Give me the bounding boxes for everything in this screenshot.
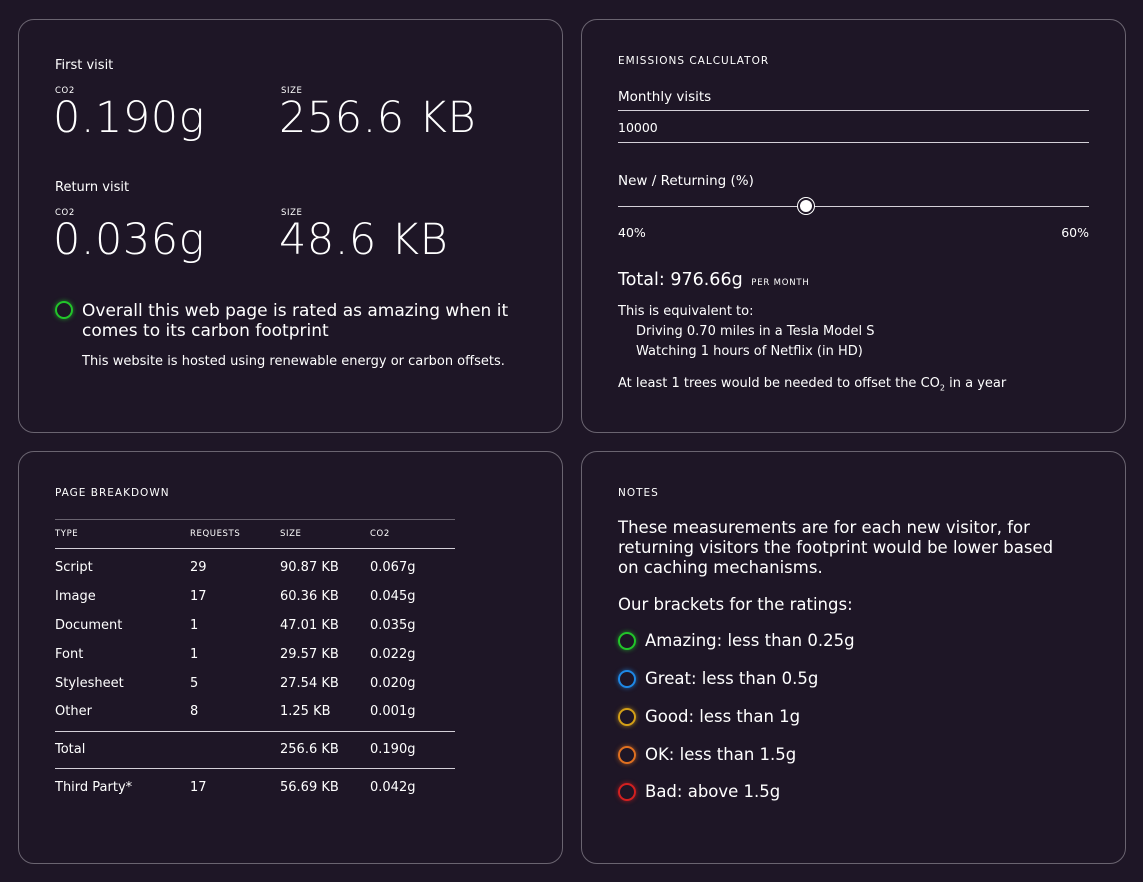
notes-line-2: returning visitors the footprint would b…	[618, 538, 1054, 557]
cell-co2: 0.067g	[370, 560, 416, 575]
cell-co2: 0.190g	[370, 742, 416, 757]
hosting-note: This website is hosted using renewable e…	[82, 354, 505, 369]
cell-size: 56.69 KB	[280, 780, 339, 795]
equivalent-driving: Driving 0.70 miles in a Tesla Model S	[636, 324, 875, 339]
cell-size: 60.36 KB	[280, 589, 339, 604]
return-visit-heading: Return visit	[55, 180, 130, 195]
cell-type: Image	[55, 589, 96, 604]
calculator-heading: EMISSIONS CALCULATOR	[618, 55, 770, 67]
column-header-requests: REQUESTS	[190, 529, 241, 539]
first-visit-size-value: 256.6 KB	[279, 93, 477, 143]
equivalent-netflix: Watching 1 hours of Netflix (in HD)	[636, 344, 863, 359]
new-returning-label: New / Returning (%)	[618, 173, 754, 189]
cell-size: 29.57 KB	[280, 647, 339, 662]
cell-type: Other	[55, 704, 92, 719]
cell-type: Total	[55, 742, 86, 757]
visit-summary-card: First visit CO2 0.190g SIZE 256.6 KB Ret…	[18, 19, 563, 433]
cell-size: 47.01 KB	[280, 618, 339, 633]
great-rating-icon	[618, 670, 636, 688]
good-rating-icon	[618, 708, 636, 726]
cell-co2: 0.022g	[370, 647, 416, 662]
notes-line-3: on caching mechanisms.	[618, 558, 823, 577]
column-header-size: SIZE	[280, 529, 302, 539]
monthly-visits-label-rule	[618, 110, 1089, 111]
cell-type: Third Party*	[55, 780, 133, 795]
total-emissions: Total: 976.66g PER MONTH	[618, 270, 810, 290]
new-returning-slider-thumb[interactable]	[798, 198, 815, 214]
total-prefix: Total:	[618, 270, 671, 290]
monthly-visits-input[interactable]: 10000	[618, 120, 1089, 142]
breakdown-third-party-rule	[55, 768, 455, 769]
cell-co2: 0.001g	[370, 704, 416, 719]
breakdown-top-rule	[55, 519, 455, 520]
emissions-calculator-card: EMISSIONS CALCULATOR Monthly visits 1000…	[581, 19, 1126, 433]
cell-type: Script	[55, 560, 93, 575]
bracket-label: Great: less than 0.5g	[645, 669, 819, 688]
cell-type: Document	[55, 618, 123, 633]
brackets-heading: Our brackets for the ratings:	[618, 595, 853, 614]
total-unit: PER MONTH	[751, 278, 810, 288]
bracket-label: Amazing: less than 0.25g	[645, 631, 855, 650]
bad-rating-icon	[618, 783, 636, 801]
total-value: 976.66g	[670, 270, 743, 290]
rating-statement: Overall this web page is rated as amazin…	[82, 301, 508, 341]
column-header-type: TYPE	[55, 529, 79, 539]
cell-size: 90.87 KB	[280, 560, 339, 575]
cell-type: Stylesheet	[55, 676, 124, 691]
cell-type: Font	[55, 647, 84, 662]
return-visit-co2-value: 0.036g	[53, 215, 205, 265]
new-percent-label: 40%	[618, 225, 646, 240]
cell-requests: 1	[190, 618, 199, 633]
trees-prefix: At least 1 trees would be needed to offs…	[618, 376, 940, 391]
notes-paragraph: These measurements are for each new visi…	[618, 518, 1053, 578]
cell-requests: 17	[190, 589, 207, 604]
notes-card: NOTES These measurements are for each ne…	[581, 451, 1126, 864]
return-visit-size-value: 48.6 KB	[279, 215, 449, 265]
notes-heading: NOTES	[618, 487, 659, 499]
cell-size: 27.54 KB	[280, 676, 339, 691]
equivalent-heading: This is equivalent to:	[618, 304, 754, 319]
monthly-visits-input-rule	[618, 142, 1089, 143]
breakdown-heading: PAGE BREAKDOWN	[55, 487, 170, 499]
page-breakdown-card: PAGE BREAKDOWN TYPE REQUESTS SIZE CO2 Sc…	[18, 451, 563, 864]
first-visit-co2-value: 0.190g	[53, 93, 205, 143]
cell-requests: 8	[190, 704, 199, 719]
cell-co2: 0.035g	[370, 618, 416, 633]
trees-offset-note: At least 1 trees would be needed to offs…	[618, 376, 1006, 393]
cell-size: 1.25 KB	[280, 704, 331, 719]
rating-indicator-icon	[55, 301, 73, 319]
cell-co2: 0.045g	[370, 589, 416, 604]
column-header-co2: CO2	[370, 529, 390, 539]
bracket-label: Bad: above 1.5g	[645, 782, 781, 801]
returning-percent-label: 60%	[1061, 225, 1089, 240]
breakdown-header-rule	[55, 548, 455, 549]
rating-line-2: comes to its carbon footprint	[82, 321, 329, 341]
monthly-visits-label: Monthly visits	[618, 89, 712, 105]
bracket-label: Good: less than 1g	[645, 707, 801, 726]
cell-size: 256.6 KB	[280, 742, 339, 757]
trees-suffix: in a year	[944, 376, 1007, 391]
rating-line-1: Overall this web page is rated as amazin…	[82, 301, 509, 321]
cell-co2: 0.020g	[370, 676, 416, 691]
cell-requests: 29	[190, 560, 207, 575]
ok-rating-icon	[618, 746, 636, 764]
breakdown-total-rule	[55, 731, 455, 732]
new-returning-slider-track[interactable]	[618, 206, 1089, 207]
first-visit-heading: First visit	[55, 58, 114, 73]
cell-co2: 0.042g	[370, 780, 416, 795]
amazing-rating-icon	[618, 632, 636, 650]
cell-requests: 1	[190, 647, 199, 662]
bracket-label: OK: less than 1.5g	[645, 745, 797, 764]
notes-line-1: These measurements are for each new visi…	[618, 518, 1030, 537]
cell-requests: 5	[190, 676, 199, 691]
cell-requests: 17	[190, 780, 207, 795]
